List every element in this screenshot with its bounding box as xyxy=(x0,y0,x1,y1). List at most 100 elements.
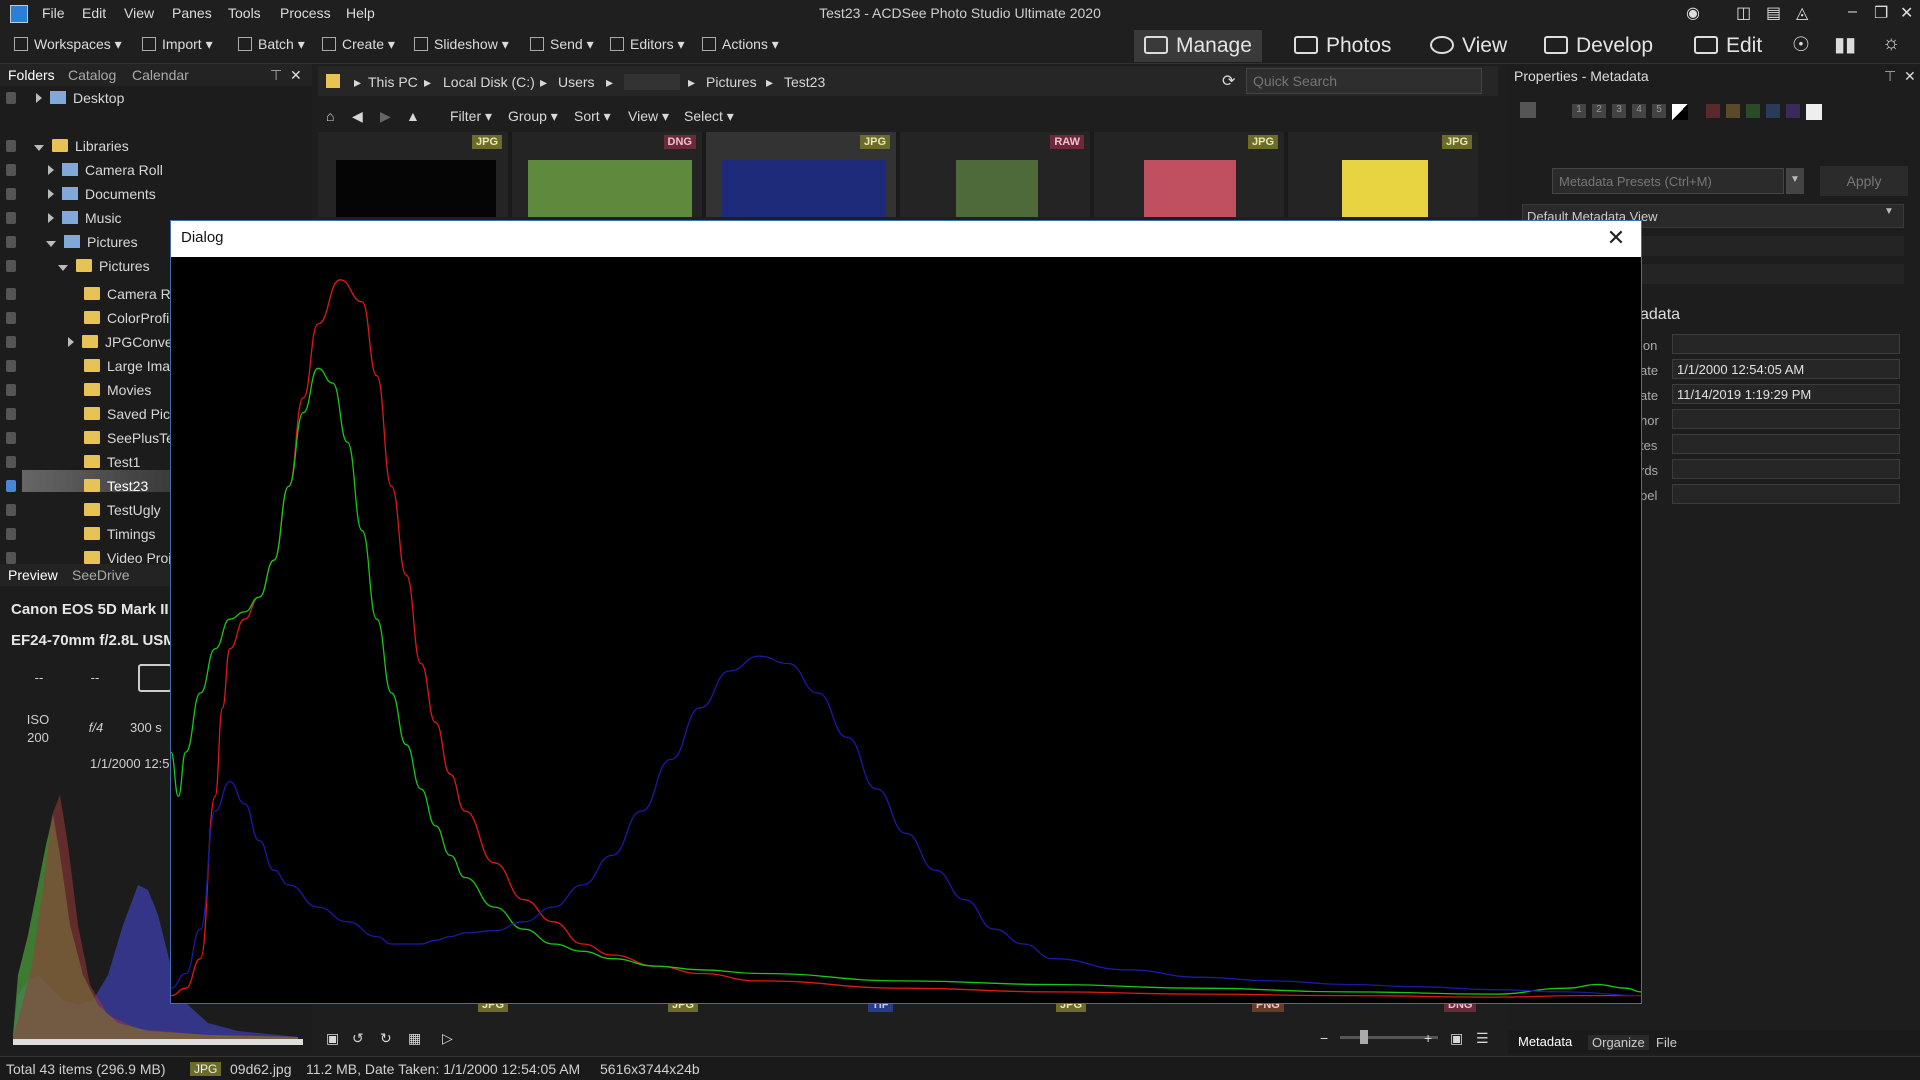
tree-pin[interactable] xyxy=(6,236,16,248)
zoom-in-icon[interactable]: + xyxy=(1424,1030,1432,1046)
rotate-left-icon[interactable]: ↺ xyxy=(352,1030,364,1047)
expand-icon[interactable] xyxy=(48,213,54,223)
tree-item-pictures-library[interactable]: Pictures xyxy=(46,234,138,250)
tree-pin[interactable] xyxy=(6,432,16,444)
breadcrumb-sep[interactable]: ▸ xyxy=(606,74,613,91)
back-icon[interactable]: ◀ xyxy=(352,108,363,125)
minimize-icon[interactable]: – xyxy=(1848,3,1857,21)
dashboard-icon[interactable]: ▮▮ xyxy=(1834,32,1856,57)
metadata-field[interactable] xyxy=(1672,334,1900,354)
color-label-yellow[interactable] xyxy=(1726,104,1740,118)
tab-calendar[interactable]: Calendar xyxy=(132,67,189,83)
compare-icon[interactable]: ▦ xyxy=(408,1030,421,1047)
color-label-clear[interactable] xyxy=(1806,104,1822,120)
tree-item-folder[interactable]: ColorProfil xyxy=(84,310,170,326)
thumbnail-view-icon[interactable]: ▣ xyxy=(1450,1030,1463,1047)
tree-pin[interactable] xyxy=(6,312,16,324)
tree-pin[interactable] xyxy=(6,188,16,200)
tree-item-folder-selected[interactable]: Test23 xyxy=(84,478,148,494)
tab-seedrive[interactable]: SeeDrive xyxy=(72,567,130,583)
import-button[interactable]: Import ▾ xyxy=(142,36,213,53)
mode-photos[interactable]: Photos xyxy=(1284,30,1401,62)
expand-icon[interactable] xyxy=(68,337,74,347)
list-view-icon[interactable]: ☰ xyxy=(1476,1030,1489,1047)
mode-manage[interactable]: Manage xyxy=(1134,30,1262,62)
tree-pin[interactable] xyxy=(6,260,16,272)
zoom-out-icon[interactable]: − xyxy=(1320,1030,1328,1046)
tree-item-pictures[interactable]: Pictures xyxy=(58,258,150,274)
send-button[interactable]: Send ▾ xyxy=(530,36,594,53)
expand-icon[interactable] xyxy=(48,165,54,175)
rating-2[interactable]: 2 xyxy=(1592,104,1606,118)
keywords-field[interactable] xyxy=(1672,459,1900,479)
breadcrumb-users[interactable]: Users xyxy=(558,74,595,90)
editors-button[interactable]: Editors ▾ xyxy=(610,36,685,53)
rating-3[interactable]: 3 xyxy=(1612,104,1626,118)
breadcrumb-sep[interactable]: ▸ xyxy=(540,74,547,91)
rating-clear-icon[interactable] xyxy=(1672,104,1688,120)
tree-item-desktop[interactable]: Desktop xyxy=(36,90,124,106)
home-icon[interactable]: ⌂ xyxy=(326,108,334,124)
image-tools-icon[interactable]: ▣ xyxy=(326,1030,339,1047)
tab-metadata[interactable]: Metadata xyxy=(1518,1034,1572,1049)
rating-5[interactable]: 5 xyxy=(1652,104,1666,118)
breadcrumb-sep[interactable]: ▸ xyxy=(766,74,773,91)
quick-search-input[interactable] xyxy=(1246,68,1482,94)
color-label-green[interactable] xyxy=(1746,104,1760,118)
label-field[interactable] xyxy=(1672,484,1900,504)
luxea-icon[interactable]: ☼ xyxy=(1882,32,1900,55)
tree-pin[interactable] xyxy=(6,164,16,176)
date-modified-field[interactable]: 11/14/2019 1:19:29 PM xyxy=(1672,384,1900,404)
breadcrumb-sep[interactable]: ▸ xyxy=(354,74,361,91)
thumbnail-selected[interactable]: JPG xyxy=(706,132,896,217)
layout-right-icon[interactable]: ◬ xyxy=(1796,3,1808,23)
color-label-red[interactable] xyxy=(1706,104,1720,118)
view-menu[interactable]: View ▾ xyxy=(628,108,669,125)
tab-preview[interactable]: Preview xyxy=(8,567,58,583)
tree-pin[interactable] xyxy=(6,288,16,300)
tree-pin-active[interactable] xyxy=(6,480,16,492)
filter-menu[interactable]: Filter ▾ xyxy=(450,108,492,125)
breadcrumb-redacted[interactable] xyxy=(624,74,680,90)
chevron-down-icon[interactable]: ▼ xyxy=(1884,206,1894,217)
metadata-presets-select[interactable]: Metadata Presets (Ctrl+M) xyxy=(1552,168,1784,194)
breadcrumb-sep[interactable]: ▸ xyxy=(688,74,695,91)
tree-item-folder[interactable]: Large Imag xyxy=(84,358,170,374)
tree-item-folder[interactable]: Movies xyxy=(84,382,151,398)
expand-icon[interactable] xyxy=(36,93,42,103)
mode-develop[interactable]: Develop xyxy=(1534,30,1663,62)
thumbnail[interactable]: DNG xyxy=(512,132,702,217)
collapse-icon[interactable] xyxy=(58,265,68,271)
sort-menu[interactable]: Sort ▾ xyxy=(574,108,611,125)
tree-pin[interactable] xyxy=(6,360,16,372)
rating-1[interactable]: 1 xyxy=(1572,104,1586,118)
expand-icon[interactable] xyxy=(48,189,54,199)
tree-item-folder[interactable]: Test1 xyxy=(84,454,140,470)
tree-item-folder[interactable]: Saved Pic xyxy=(84,406,170,422)
apply-button[interactable]: Apply xyxy=(1820,166,1908,196)
pin-icon[interactable]: ⊤ xyxy=(270,67,282,84)
color-label-blue[interactable] xyxy=(1766,104,1780,118)
365-icon[interactable]: ☉ xyxy=(1792,32,1810,57)
tree-pin[interactable] xyxy=(6,140,16,152)
tree-item-libraries[interactable]: Libraries xyxy=(34,138,129,154)
breadcrumb-test23[interactable]: Test23 xyxy=(784,74,825,90)
tree-item-folder[interactable]: JPGConve xyxy=(68,334,170,350)
tab-organize[interactable]: Organize xyxy=(1588,1035,1649,1050)
mode-edit[interactable]: Edit xyxy=(1684,30,1772,62)
layout-left-icon[interactable]: ◫ xyxy=(1736,3,1751,23)
panel-close-icon[interactable]: ✕ xyxy=(1904,68,1916,85)
date-created-field[interactable]: 1/1/2000 12:54:05 AM xyxy=(1672,359,1900,379)
select-menu[interactable]: Select ▾ xyxy=(684,108,734,125)
mode-view[interactable]: View xyxy=(1420,30,1517,62)
author-field[interactable] xyxy=(1672,409,1900,429)
tab-folders[interactable]: Folders xyxy=(8,67,55,83)
window-close-icon[interactable]: ✕ xyxy=(1900,3,1913,23)
batch-button[interactable]: Batch ▾ xyxy=(238,36,305,53)
tree-pin[interactable] xyxy=(6,336,16,348)
thumbnail[interactable]: RAW xyxy=(900,132,1090,217)
panel-close-icon[interactable]: ✕ xyxy=(290,67,302,84)
tree-pin[interactable] xyxy=(6,504,16,516)
tab-file[interactable]: File xyxy=(1656,1035,1677,1050)
tree-item-folder[interactable]: Timings xyxy=(84,526,156,542)
